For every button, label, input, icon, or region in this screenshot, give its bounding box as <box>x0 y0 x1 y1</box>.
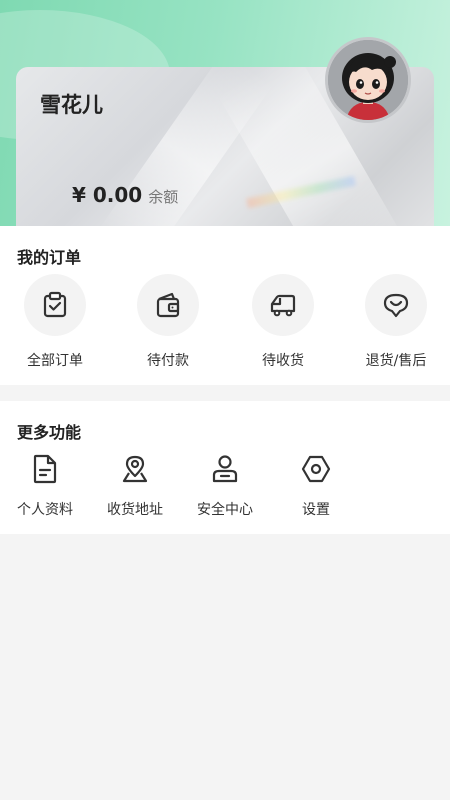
returns-aftersales-button[interactable]: 退货/售后 <box>341 274 450 374</box>
shipping-address-icon-wrap <box>117 451 153 487</box>
balance-amount: ¥ 0.00 <box>72 183 143 207</box>
username: 雪花儿 <box>40 93 103 117</box>
shipping-address-label: 收货地址 <box>107 502 163 518</box>
more-features-title: 更多功能 <box>17 423 82 442</box>
pending-payment-icon-bg <box>137 274 199 336</box>
pending-payment-label: 待付款 <box>147 353 189 369</box>
settings-label: 设置 <box>302 502 330 518</box>
pending-receipt-button[interactable]: 待收货 <box>228 274 338 374</box>
all-orders-button[interactable]: 全部订单 <box>0 274 110 374</box>
location-pin-icon <box>122 455 148 483</box>
returns-aftersales-label: 退货/售后 <box>365 353 427 369</box>
settings-icon-wrap <box>298 451 334 487</box>
personal-info-icon-wrap <box>27 451 63 487</box>
personal-info-label: 个人资料 <box>17 502 73 518</box>
pending-payment-button[interactable]: 待付款 <box>113 274 223 374</box>
settings-button[interactable]: 设置 <box>276 451 356 521</box>
shipping-address-button[interactable]: 收货地址 <box>95 451 175 521</box>
avatar[interactable] <box>325 37 411 123</box>
document-icon <box>33 454 57 484</box>
pending-receipt-icon-bg <box>252 274 314 336</box>
returns-icon-bg <box>365 274 427 336</box>
pending-receipt-label: 待收货 <box>262 353 304 369</box>
avatar-cartoon-girl-icon <box>328 40 408 120</box>
all-orders-icon-bg <box>24 274 86 336</box>
more-features-section: 更多功能 个人资料 收货地址 安全中心 设置 <box>0 401 450 534</box>
security-center-icon-wrap <box>207 451 243 487</box>
all-orders-label: 全部订单 <box>27 353 83 369</box>
balance-label: 余额 <box>148 188 179 206</box>
security-center-label: 安全中心 <box>197 502 253 518</box>
personal-info-button[interactable]: 个人资料 <box>5 451 85 521</box>
clipboard-check-icon <box>43 291 67 318</box>
settings-hexagon-icon <box>301 455 331 483</box>
truck-icon <box>270 294 296 317</box>
my-orders-section: 我的订单 全部订单 待付款 待收货 退货/售后 <box>0 226 450 385</box>
chat-heart-icon <box>383 293 409 318</box>
security-center-button[interactable]: 安全中心 <box>185 451 265 521</box>
balance[interactable]: ¥ 0.00 余额 <box>72 183 178 207</box>
user-shield-icon <box>212 455 238 483</box>
wallet-icon <box>156 292 180 318</box>
my-orders-title: 我的订单 <box>17 248 82 267</box>
